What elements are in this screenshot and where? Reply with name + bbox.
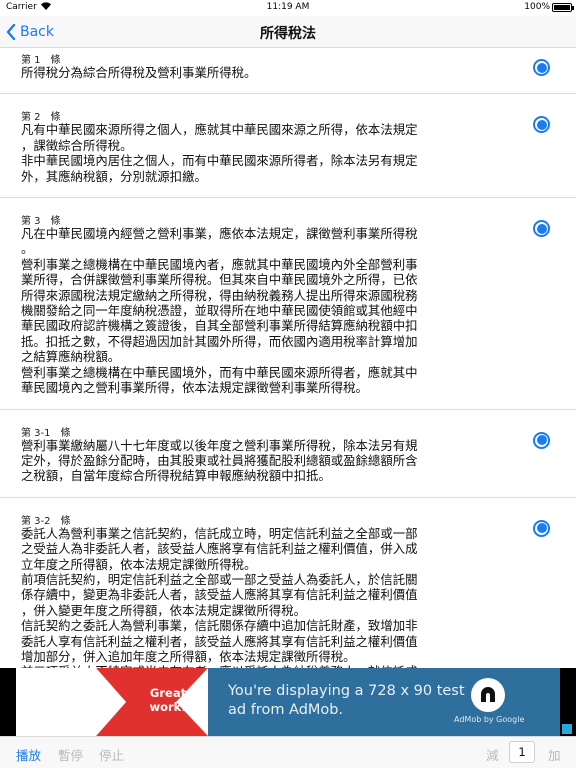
- radio-dot-icon: [536, 223, 547, 234]
- article-number: 第 3-1 條: [21, 427, 71, 439]
- article-text: 凡在中華民國境內經營之營利事業，應依本法規定，課徵營利事業所得稅 。 營利事業之…: [21, 226, 418, 396]
- ad-info-icon[interactable]: [562, 724, 572, 734]
- select-radio[interactable]: [533, 116, 550, 134]
- radio-dot-icon: [536, 523, 547, 534]
- battery-fill: [554, 5, 570, 10]
- decrease-speed-button[interactable]: 減: [486, 745, 499, 764]
- article-text: 凡有中華民國來源所得之個人，應就其中華民國來源之所得，依本法規定 ，課徵綜合所得…: [21, 122, 418, 184]
- playback-toolbar: 播放 暫停 停止 減 1 加: [0, 736, 576, 768]
- article-item[interactable]: 第 3 條 凡在中華民國境內經營之營利事業，應依本法規定，課徵營利事業所得稅 。…: [0, 210, 576, 410]
- status-time: 11:19 AM: [266, 2, 310, 12]
- ad-creative[interactable]: Great work! You're displaying a 728 x 90…: [16, 668, 560, 736]
- article-number: 第 1 條: [21, 55, 61, 66]
- article-item[interactable]: 第 1 條 所得稅分為綜合所得稅及營利事業所得稅。: [0, 49, 576, 95]
- play-button[interactable]: 播放: [16, 745, 41, 764]
- article-list[interactable]: 第 1 條 所得稅分為綜合所得稅及營利事業所得稅。 第 2 條 凡有中華民國來源…: [0, 49, 576, 668]
- increase-speed-button[interactable]: 加: [548, 745, 561, 764]
- article-number: 第 2 條: [21, 112, 61, 124]
- ad-headline: You're displaying a 728 x 90 test ad fro…: [228, 683, 465, 718]
- select-radio[interactable]: [533, 431, 550, 449]
- article-item[interactable]: 第 2 條 凡有中華民國來源所得之個人，應就其中華民國來源之所得，依本法規定 ，…: [0, 106, 576, 199]
- article-item[interactable]: 第 3-1 條 營利事業繳納屬八十七年度或以後年度之營利事業所得稅，除本法另有規…: [0, 422, 576, 498]
- battery-percent: 100%: [524, 2, 550, 12]
- article-text: 所得稅分為綜合所得稅及營利事業所得稅。: [21, 65, 257, 80]
- select-radio[interactable]: [533, 519, 550, 537]
- article-text: 委託人為營利事業之信託契約，信託成立時，明定信託利益之全部或一部 之受益人為非委…: [21, 525, 418, 668]
- radio-dot-icon: [536, 119, 547, 130]
- article-text: 營利事業繳納屬八十七年度或以後年度之營利事業所得稅，除本法另有規 定外，得於盈餘…: [21, 437, 418, 484]
- speed-field[interactable]: 1: [509, 741, 535, 763]
- status-bar: Carrier 11:19 AM 100%: [0, 0, 576, 16]
- ad-logo-label: AdMob by Google: [454, 715, 525, 724]
- battery-icon: [552, 3, 574, 12]
- ad-badge-text: Great work!: [149, 686, 187, 714]
- radio-dot-icon: [536, 435, 547, 445]
- article-number: 第 3-2 條: [21, 515, 71, 527]
- article-number: 第 3 條: [21, 216, 61, 228]
- navigation-bar: Back 所得稅法: [0, 16, 576, 48]
- ad-banner[interactable]: Great work! You're displaying a 728 x 90…: [0, 668, 576, 736]
- stop-button[interactable]: 停止: [99, 745, 124, 764]
- pause-button[interactable]: 暫停: [58, 745, 83, 764]
- admob-logo-icon: [471, 678, 505, 712]
- select-radio[interactable]: [533, 220, 550, 238]
- select-radio[interactable]: [533, 59, 550, 76]
- article-item[interactable]: 第 3-2 條 委託人為營利事業之信託契約，信託成立時，明定信託利益之全部或一部…: [0, 510, 576, 668]
- page-title: 所得稅法: [260, 26, 316, 42]
- radio-dot-icon: [536, 62, 547, 73]
